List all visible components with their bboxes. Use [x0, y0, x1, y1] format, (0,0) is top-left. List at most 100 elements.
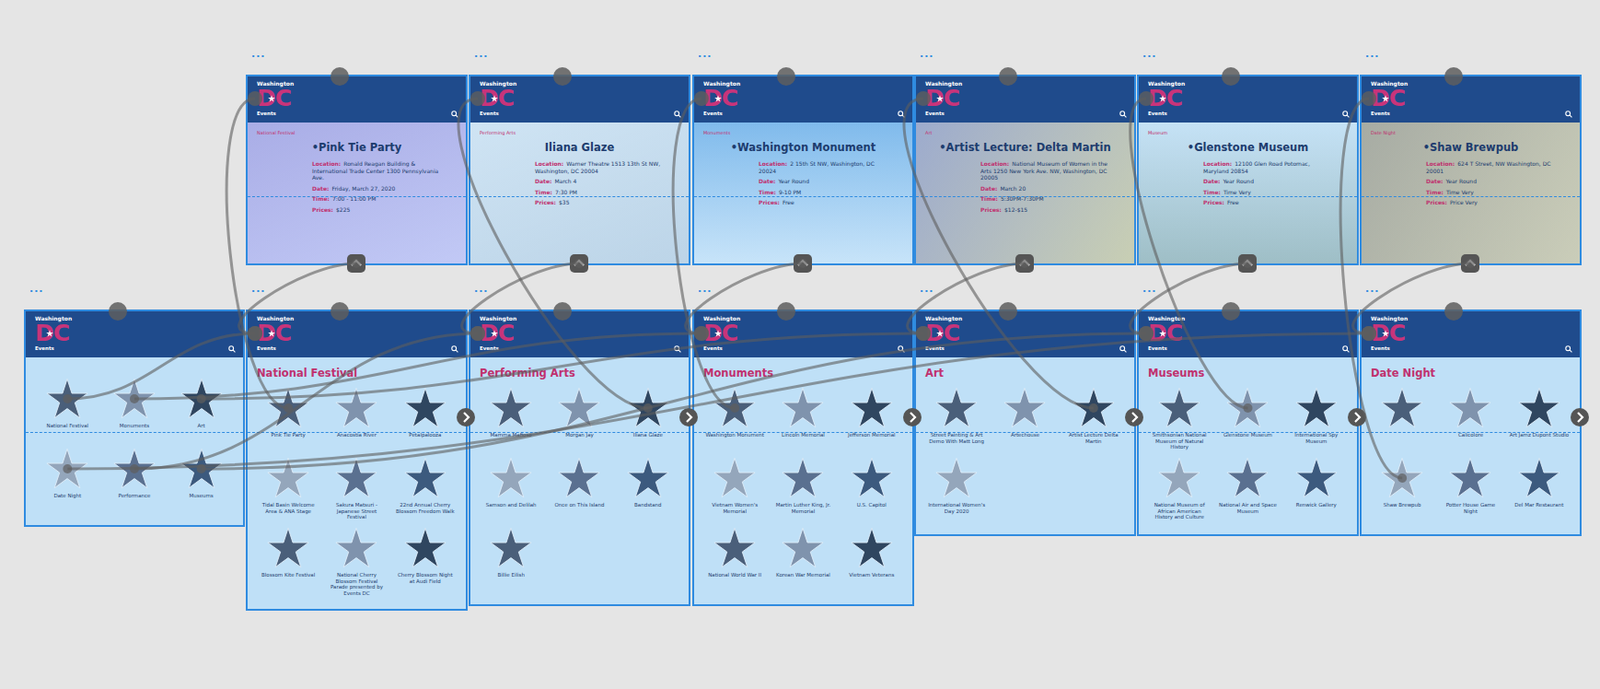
event-card[interactable]: National Festival	[36, 377, 99, 442]
wire-end-node[interactable]	[247, 325, 263, 341]
chevron-up-icon[interactable]	[568, 253, 590, 274]
flow-wire[interactable]	[201, 333, 1147, 469]
artboard-menu[interactable]: ...	[919, 47, 935, 60]
flow-wire[interactable]	[134, 333, 478, 469]
wire-start-node[interactable]	[351, 258, 361, 268]
event-card[interactable]: Washington Monument	[703, 386, 766, 452]
chevron-up-icon[interactable]	[792, 253, 813, 274]
event-star-icon[interactable]	[712, 526, 757, 569]
artboard[interactable]: ...WashingtonDCEventsMuseum•Glenstone Mu…	[1138, 76, 1357, 264]
artboard-menu[interactable]: ...	[1142, 282, 1158, 295]
event-card[interactable]: Del Mar Restaurant	[1507, 456, 1571, 522]
flow-wire[interactable]	[67, 333, 256, 399]
flow-wire[interactable]	[67, 333, 1369, 469]
wire-start-node[interactable]	[1397, 473, 1407, 483]
wire-end-node[interactable]	[694, 91, 709, 106]
search-icon[interactable]	[897, 345, 905, 353]
artboard-menu[interactable]: ...	[1365, 47, 1380, 60]
artboard[interactable]: ...WashingtonDCEventsArtStreet Painting …	[915, 311, 1135, 534]
event-card[interactable]: Performance	[104, 447, 166, 512]
event-star-icon[interactable]	[266, 526, 311, 569]
chevron-right-icon[interactable]	[1346, 406, 1368, 428]
search-icon[interactable]	[673, 345, 682, 353]
artboard[interactable]: ...WashingtonDCEventsPerforming ArtsIlia…	[470, 76, 689, 264]
brand-logo[interactable]: DC	[1370, 86, 1405, 111]
event-star-icon[interactable]	[179, 377, 224, 420]
event-star-icon[interactable]	[849, 456, 894, 499]
event-star-icon[interactable]	[934, 386, 979, 429]
chevron-right-icon[interactable]	[1569, 406, 1590, 428]
artboard-link-node[interactable]	[108, 301, 128, 321]
search-icon[interactable]	[451, 345, 459, 353]
flow-wire[interactable]	[226, 98, 289, 408]
event-card[interactable]: Petalpalooza	[394, 386, 457, 452]
brand-logo[interactable]: DC	[256, 86, 291, 111]
event-star-icon[interactable]	[112, 447, 157, 490]
event-star-icon[interactable]	[1002, 386, 1047, 429]
event-star-icon[interactable]	[780, 526, 825, 569]
event-card[interactable]: Samson and Delilah	[479, 456, 543, 522]
artboard[interactable]: ...WashingtonDCEventsMuseumsSmithsonian …	[1138, 311, 1357, 534]
wire-end-node[interactable]	[694, 325, 709, 341]
wire-end-node[interactable]	[470, 325, 486, 341]
wire-start-node[interactable]	[1242, 258, 1253, 268]
wire-end-node[interactable]	[915, 325, 931, 341]
flow-wire[interactable]	[1130, 98, 1249, 408]
artboard[interactable]: ...WashingtonDCEventsDate NightCalicolor…	[1361, 311, 1580, 534]
event-star-icon[interactable]	[334, 526, 379, 569]
artboard-menu[interactable]: ...	[697, 282, 713, 295]
artboard-link-node[interactable]	[1221, 67, 1241, 86]
event-star-icon[interactable]	[626, 386, 671, 429]
event-star-icon[interactable]	[45, 447, 90, 490]
event-star-icon[interactable]	[112, 377, 157, 420]
event-star-icon[interactable]	[1448, 386, 1493, 429]
event-card[interactable]: National Cherry Blossom Festival Parade …	[324, 526, 388, 596]
search-icon[interactable]	[1342, 110, 1350, 118]
artboard-menu[interactable]: ...	[474, 282, 489, 295]
wire-start-node[interactable]	[129, 394, 140, 404]
event-card[interactable]: Vietnam Women's Memorial	[703, 456, 766, 522]
wire-start-node[interactable]	[1020, 258, 1030, 268]
event-card[interactable]: Date Night	[36, 447, 99, 512]
wire-start-node[interactable]	[1465, 258, 1475, 268]
event-star-icon[interactable]	[780, 456, 825, 499]
event-star-icon[interactable]	[334, 386, 379, 429]
event-card[interactable]: Vietnam Veterans	[840, 526, 904, 592]
wire-end-node[interactable]	[247, 325, 263, 341]
wire-end-node[interactable]	[915, 325, 931, 341]
event-card[interactable]: Calicolore	[1438, 386, 1502, 452]
artboard-menu[interactable]: ...	[251, 282, 267, 295]
chevron-up-icon[interactable]	[1460, 253, 1481, 274]
brand-logo[interactable]: DC	[34, 321, 70, 346]
event-card[interactable]: National World War II	[703, 526, 766, 592]
event-star-icon[interactable]	[1517, 386, 1562, 429]
flow-wire[interactable]	[904, 98, 1094, 408]
wire-end-node[interactable]	[1138, 91, 1154, 106]
wire-end-node[interactable]	[694, 325, 709, 341]
wire-end-node[interactable]	[1361, 325, 1377, 341]
artboard[interactable]: ...WashingtonDCEventsPerforming ArtsMamm…	[470, 311, 689, 604]
artboard-link-node[interactable]	[330, 301, 349, 321]
event-card[interactable]: International Women's Day 2020	[925, 456, 988, 522]
artboard-link-node[interactable]	[998, 67, 1018, 86]
brand-logo[interactable]: DC	[1147, 321, 1183, 346]
event-star-icon[interactable]	[266, 456, 311, 499]
search-icon[interactable]	[228, 345, 236, 353]
artboard-menu[interactable]: ...	[474, 47, 489, 60]
flow-wire[interactable]	[239, 263, 357, 334]
flow-wire[interactable]	[685, 263, 803, 334]
event-star-icon[interactable]	[488, 526, 534, 569]
wire-end-node[interactable]	[247, 91, 263, 106]
artboard-menu[interactable]: ...	[697, 47, 713, 60]
search-icon[interactable]	[673, 110, 682, 118]
wire-start-node[interactable]	[283, 403, 293, 413]
brand-logo[interactable]: DC	[925, 86, 960, 111]
wire-end-node[interactable]	[470, 325, 486, 341]
event-star-icon[interactable]	[1294, 386, 1339, 429]
flow-wire[interactable]	[907, 263, 1025, 334]
brand-logo[interactable]: DC	[703, 321, 738, 346]
event-card[interactable]: Bandstand	[616, 456, 680, 522]
event-card[interactable]: Iliana Glaze	[616, 386, 680, 452]
event-star-icon[interactable]	[403, 526, 448, 569]
flow-wire[interactable]	[1340, 98, 1403, 478]
